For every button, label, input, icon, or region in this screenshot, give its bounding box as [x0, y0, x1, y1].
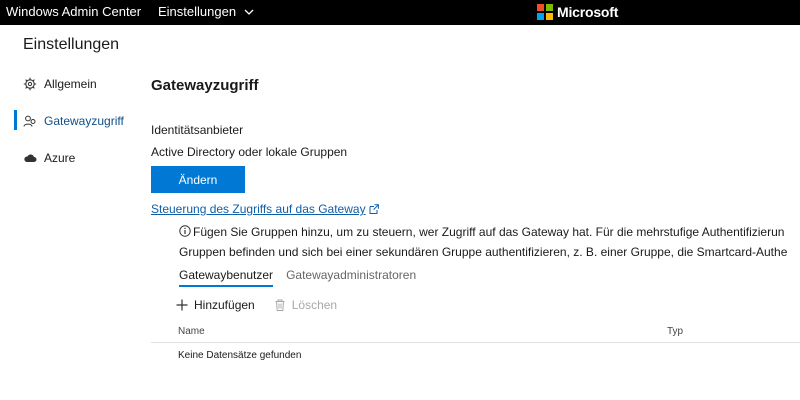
settings-nav-label: Einstellungen [158, 4, 237, 19]
gear-icon [22, 76, 38, 92]
delete-button-label: Löschen [291, 298, 338, 312]
sidebar-active-indicator [14, 73, 17, 93]
sidebar-item-label: Allgemein [44, 77, 97, 91]
sidebar-active-indicator [14, 110, 17, 130]
sidebar-item-azure[interactable]: Azure [14, 147, 75, 169]
empty-table-message: Keine Datensätze gefunden [178, 350, 302, 361]
add-button-label: Hinzufügen [194, 298, 255, 312]
app-title[interactable]: Windows Admin Center [6, 4, 141, 19]
info-text-line1: Fügen Sie Gruppen hinzu, um zu steuern, … [193, 225, 785, 239]
sidebar-item-allgemein[interactable]: Allgemein [14, 73, 97, 95]
sidebar-item-gatewayzugriff[interactable]: Gatewayzugriff [14, 110, 124, 132]
tab-gatewaybenutzer[interactable]: Gatewaybenutzer [179, 268, 274, 287]
info-icon [179, 225, 191, 237]
trash-icon [273, 298, 287, 312]
identity-provider-value: Active Directory oder lokale Gruppen [151, 145, 348, 159]
section-title: Gatewayzugriff [151, 77, 259, 94]
column-header-name[interactable]: Name [178, 326, 205, 337]
page-title: Einstellungen [23, 36, 120, 53]
sidebar-active-indicator [14, 147, 17, 167]
external-link-icon [369, 204, 379, 214]
column-header-type[interactable]: Typ [667, 326, 683, 337]
people-icon [22, 113, 38, 129]
microsoft-brand: Microsoft [537, 4, 618, 20]
chevron-down-icon [244, 9, 254, 15]
gateway-access-help-link[interactable]: Steuerung des Zugriffs auf das Gateway [151, 202, 380, 216]
microsoft-brand-text: Microsoft [557, 4, 619, 20]
sidebar-item-label: Gatewayzugriff [44, 114, 124, 128]
help-link-text: Steuerung des Zugriffs auf das Gateway [151, 202, 366, 216]
settings-nav-dropdown[interactable]: Einstellungen [158, 4, 255, 19]
tab-bar: Gatewaybenutzer Gatewayadministratoren [179, 268, 429, 287]
microsoft-logo-icon [537, 4, 553, 20]
plus-icon [175, 298, 189, 312]
identity-provider-label: Identitätsanbieter [151, 123, 244, 137]
top-bar: Windows Admin Center Einstellungen Micro… [0, 0, 800, 25]
cloud-icon [22, 150, 38, 166]
delete-button[interactable]: Löschen [273, 298, 337, 312]
table-header: Name Typ [151, 322, 800, 343]
tab-gatewayadministratoren[interactable]: Gatewayadministratoren [286, 268, 416, 287]
sidebar-item-label: Azure [44, 151, 76, 165]
change-button[interactable]: Ändern [151, 166, 245, 193]
info-text-line2: Gruppen befinden und sich bei einer seku… [179, 245, 788, 259]
info-message: Fügen Sie Gruppen hinzu, um zu steuern, … [179, 222, 800, 262]
toolbar: Hinzufügen Löschen [175, 298, 355, 312]
add-button[interactable]: Hinzufügen [175, 298, 255, 312]
